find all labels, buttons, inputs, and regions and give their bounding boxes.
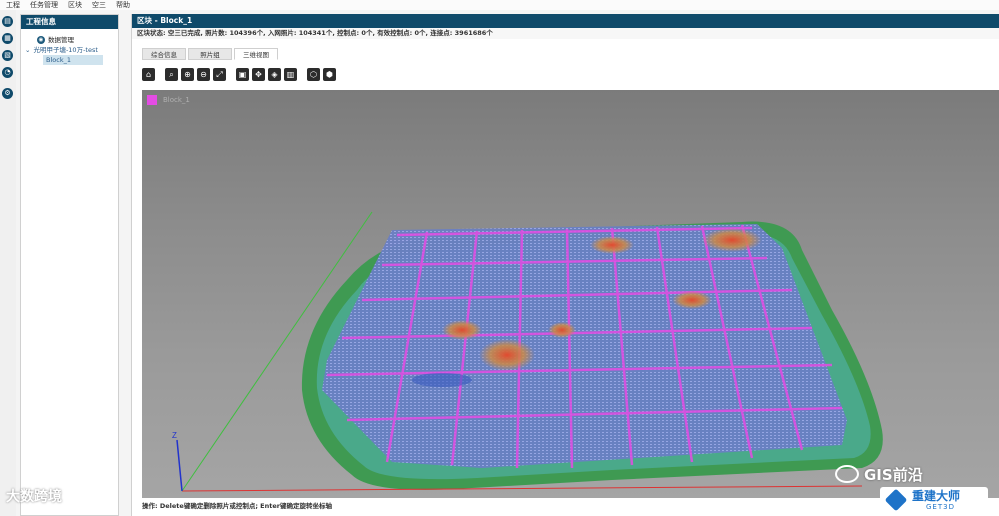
tab-3d-view[interactable]: 三维视图 — [234, 48, 278, 60]
rotate-axis-icon[interactable]: ⬢ — [323, 68, 336, 81]
task-icon[interactable]: ▦ — [2, 33, 13, 44]
clock-icon[interactable]: ◔ — [2, 67, 13, 78]
project-info-title: 工程信息 — [21, 15, 118, 29]
menu-item-2[interactable]: 区块 — [68, 0, 82, 10]
axis-x — [181, 485, 863, 492]
axis-z-label: Z — [172, 431, 177, 440]
viewport-legend: Block_1 — [147, 95, 190, 105]
water-area — [412, 373, 472, 387]
block-color-swatch — [147, 95, 157, 105]
tall-building-cluster — [702, 228, 762, 252]
tree-item-block-1[interactable]: Block_1 — [43, 55, 103, 65]
tree-item-project[interactable]: ⌄ 光明甲子塘-10万-test — [25, 45, 98, 55]
block-legend-label: Block_1 — [163, 96, 190, 104]
tab-bar: 综合信息 照片组 三维视图 — [142, 48, 278, 60]
tab-photo-groups[interactable]: 照片组 — [188, 48, 232, 60]
block-status: 区块状态: 空三已完成, 照片数: 104396个, 入网照片: 104341个… — [132, 28, 999, 39]
tall-building-cluster — [548, 322, 576, 338]
get3d-badge: 重建大师 GET3D — [880, 487, 988, 514]
home-view-icon[interactable]: ⌂ — [142, 68, 155, 81]
project-info-panel: 工程信息 ◉ 数据管理 ⌄ 光明甲子塘-10万-test Block_1 — [20, 14, 119, 516]
find-icon[interactable]: ⌕ — [165, 68, 178, 81]
zoom-in-icon[interactable]: ⊕ — [181, 68, 194, 81]
watermark-right: GIS前沿 — [835, 460, 995, 488]
axis-z — [176, 439, 183, 492]
tall-building-cluster — [479, 339, 535, 371]
operation-hint: 操作: Delete键确定删除照片或控制点; Enter键确定旋转坐标轴 — [142, 502, 332, 510]
3d-viewport[interactable]: Z Block_1 — [142, 90, 999, 498]
fit-view-icon[interactable]: ⤢ — [213, 68, 226, 81]
block-icon[interactable]: ▧ — [2, 50, 13, 61]
tall-building-cluster — [442, 320, 482, 340]
pan-icon[interactable]: ✥ — [252, 68, 265, 81]
data-icon: ◉ — [37, 36, 45, 44]
wechat-icon — [835, 465, 859, 483]
axis-icon[interactable]: ⬡ — [307, 68, 320, 81]
watermark-left: 大数跨境 — [6, 489, 62, 505]
menu-bar: 工程 任务管理 区块 空三 帮助 — [0, 0, 999, 10]
tall-building-cluster — [590, 236, 634, 254]
block-title: 区块 - Block_1 — [132, 14, 999, 28]
export-icon[interactable]: ▥ — [284, 68, 297, 81]
tree-item-data-management[interactable]: ◉ 数据管理 — [37, 35, 74, 45]
tab-overview[interactable]: 综合信息 — [142, 48, 186, 60]
camera-icon[interactable]: ▣ — [236, 68, 249, 81]
view-toolbar: ⌂ ⌕ ⊕ ⊖ ⤢ ▣ ✥ ◈ ▥ ⬡ ⬢ — [142, 68, 336, 84]
menu-item-1[interactable]: 任务管理 — [30, 0, 58, 10]
project-icon[interactable]: ▤ — [2, 16, 13, 27]
left-icon-rail: ▤ ▦ ▧ ◔ ⚙ — [0, 10, 16, 516]
get3d-logo-icon — [884, 488, 908, 512]
expand-chevron-icon[interactable]: ⌄ — [25, 46, 30, 54]
block-panel: 区块 - Block_1 区块状态: 空三已完成, 照片数: 104396个, … — [131, 14, 999, 516]
menu-item-0[interactable]: 工程 — [6, 0, 20, 10]
target-icon[interactable]: ◈ — [268, 68, 281, 81]
settings-icon[interactable]: ⚙ — [2, 88, 13, 99]
zoom-out-icon[interactable]: ⊖ — [197, 68, 210, 81]
menu-item-3[interactable]: 空三 — [92, 0, 106, 10]
menu-item-4[interactable]: 帮助 — [116, 0, 130, 10]
point-cloud-canvas: Z — [172, 211, 883, 492]
tall-building-cluster — [672, 291, 712, 309]
